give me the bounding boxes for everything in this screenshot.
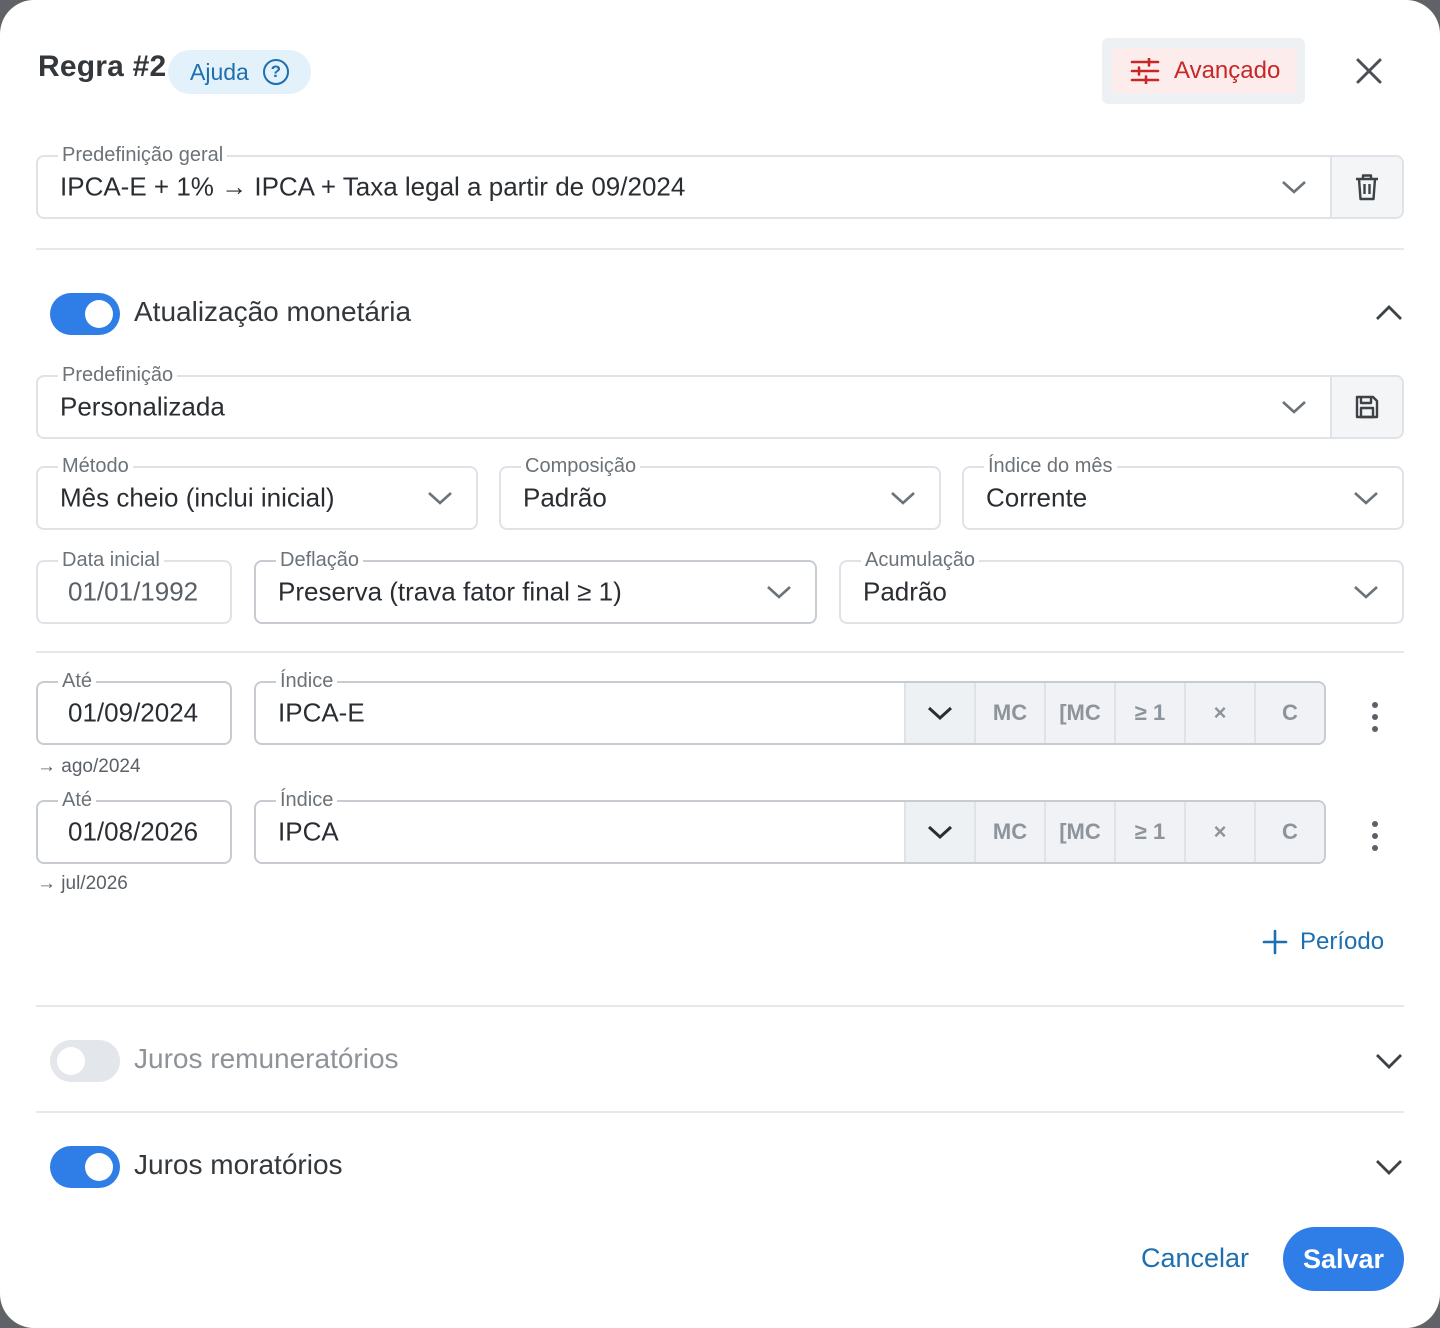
sliders-icon bbox=[1130, 58, 1160, 84]
divider bbox=[36, 1111, 1404, 1113]
composition-select[interactable]: Composição Padrão bbox=[499, 454, 941, 530]
period-index-value: IPCA-E bbox=[278, 697, 365, 728]
add-period-label: Período bbox=[1300, 928, 1385, 955]
preset-label: Predefinição bbox=[58, 363, 178, 387]
close-icon bbox=[1356, 58, 1382, 84]
monetary-section-title: Atualização monetária bbox=[134, 296, 412, 327]
chevron-down-icon bbox=[428, 492, 452, 505]
chevron-up-icon[interactable] bbox=[1374, 303, 1404, 323]
composition-value: Padrão bbox=[523, 482, 607, 513]
period-until-field[interactable]: Até 01/08/2026 bbox=[36, 788, 232, 864]
min-one-toggle-button[interactable]: ≥ 1 bbox=[1114, 802, 1184, 862]
month-index-select[interactable]: Índice do mês Corrente bbox=[962, 454, 1404, 530]
period-index-select[interactable]: Índice IPCA-E MC [MC ≥ 1 × C bbox=[254, 669, 1326, 745]
month-index-value: Corrente bbox=[986, 482, 1088, 513]
divider bbox=[36, 1005, 1404, 1007]
save-icon bbox=[1355, 395, 1379, 419]
chevron-down-icon bbox=[927, 825, 953, 840]
dialog-title: Regra #2 bbox=[38, 50, 167, 83]
deflation-value: Preserva (trava fator final ≥ 1) bbox=[278, 576, 622, 607]
chevron-down-icon[interactable] bbox=[1374, 1157, 1404, 1177]
period-index-value: IPCA bbox=[278, 816, 339, 847]
toggle-knob bbox=[85, 300, 113, 328]
mc-bracket-toggle-button[interactable]: [MC bbox=[1044, 802, 1114, 862]
preset-select[interactable]: Predefinição Personalizada bbox=[36, 363, 1404, 439]
general-preset-select[interactable]: Predefinição geral IPCA-E + 1% → IPCA + … bbox=[36, 143, 1404, 219]
period-until-value: 01/08/2026 bbox=[68, 816, 199, 847]
remuneratory-section-title: Juros remuneratórios bbox=[134, 1043, 399, 1074]
chevron-down-icon bbox=[767, 586, 791, 599]
index-option-buttons: MC [MC ≥ 1 × C bbox=[904, 802, 1324, 862]
close-button[interactable] bbox=[1351, 53, 1387, 89]
period-until-field[interactable]: Até 01/09/2024 bbox=[36, 669, 232, 745]
advanced-button[interactable]: Avançado bbox=[1112, 48, 1297, 94]
remuneratory-toggle[interactable] bbox=[50, 1040, 120, 1082]
preset-value: Personalizada bbox=[60, 391, 225, 422]
chevron-down-icon[interactable] bbox=[1374, 1051, 1404, 1071]
deflation-select[interactable]: Deflação Preserva (trava fator final ≥ 1… bbox=[254, 548, 817, 624]
advanced-label: Avançado bbox=[1174, 57, 1281, 84]
start-date-label: Data inicial bbox=[58, 548, 164, 572]
plus-icon bbox=[1262, 929, 1288, 955]
chevron-down-icon bbox=[1282, 401, 1306, 414]
cancel-button[interactable]: Cancelar bbox=[1130, 1230, 1260, 1286]
index-option-buttons: MC [MC ≥ 1 × C bbox=[904, 683, 1324, 743]
trash-icon bbox=[1356, 174, 1378, 201]
mc-toggle-button[interactable]: MC bbox=[974, 683, 1044, 743]
general-preset-value: IPCA-E + 1% → IPCA + Taxa legal a partir… bbox=[60, 171, 686, 202]
help-chip[interactable]: Ajuda ? bbox=[168, 50, 311, 94]
delete-preset-button[interactable] bbox=[1330, 157, 1402, 217]
toggle-knob bbox=[85, 1153, 113, 1181]
add-period-button[interactable]: Período bbox=[1262, 928, 1384, 956]
period-menu-button[interactable] bbox=[1371, 702, 1379, 732]
help-label: Ajuda bbox=[190, 58, 249, 85]
period-until-value: 01/09/2024 bbox=[68, 697, 199, 728]
period-menu-button[interactable] bbox=[1371, 821, 1379, 851]
multiply-toggle-button[interactable]: × bbox=[1184, 802, 1254, 862]
index-dropdown-button[interactable] bbox=[904, 683, 974, 743]
index-dropdown-button[interactable] bbox=[904, 802, 974, 862]
start-date-value: 01/01/1992 bbox=[68, 576, 199, 607]
period-index-select[interactable]: Índice IPCA MC [MC ≥ 1 × C bbox=[254, 788, 1326, 864]
composition-label: Composição bbox=[521, 454, 641, 478]
period-until-label: Até bbox=[58, 788, 97, 812]
deflation-label: Deflação bbox=[276, 548, 363, 572]
accumulation-select[interactable]: Acumulação Padrão bbox=[839, 548, 1404, 624]
period-hint: → jul/2026 bbox=[37, 873, 128, 894]
c-toggle-button[interactable]: C bbox=[1254, 802, 1324, 862]
chevron-down-icon bbox=[891, 492, 915, 505]
multiply-toggle-button[interactable]: × bbox=[1184, 683, 1254, 743]
chevron-down-icon bbox=[1354, 586, 1378, 599]
min-one-toggle-button[interactable]: ≥ 1 bbox=[1114, 683, 1184, 743]
method-select[interactable]: Método Mês cheio (inclui inicial) bbox=[36, 454, 478, 530]
method-value: Mês cheio (inclui inicial) bbox=[60, 482, 335, 513]
chevron-down-icon bbox=[1282, 181, 1306, 194]
save-button[interactable]: Salvar bbox=[1283, 1227, 1404, 1291]
chevron-down-icon bbox=[1354, 492, 1378, 505]
help-icon: ? bbox=[262, 59, 289, 85]
period-until-label: Até bbox=[58, 669, 97, 693]
rule-dialog: Regra #2 Ajuda ? Avançado Predefinição g… bbox=[0, 0, 1440, 1328]
divider bbox=[36, 651, 1404, 653]
moratory-section-title: Juros moratórios bbox=[134, 1149, 343, 1180]
save-preset-button[interactable] bbox=[1330, 377, 1402, 437]
accumulation-label: Acumulação bbox=[861, 548, 980, 572]
period-hint: → ago/2024 bbox=[37, 756, 141, 777]
method-label: Método bbox=[58, 454, 133, 478]
month-index-label: Índice do mês bbox=[984, 454, 1117, 478]
accumulation-value: Padrão bbox=[863, 576, 947, 607]
mc-bracket-toggle-button[interactable]: [MC bbox=[1044, 683, 1114, 743]
c-toggle-button[interactable]: C bbox=[1254, 683, 1324, 743]
mc-toggle-button[interactable]: MC bbox=[974, 802, 1044, 862]
monetary-toggle[interactable] bbox=[50, 293, 120, 335]
period-index-label: Índice bbox=[276, 669, 338, 693]
start-date-field[interactable]: Data inicial 01/01/1992 bbox=[36, 548, 232, 624]
toggle-knob bbox=[57, 1047, 85, 1075]
chevron-down-icon bbox=[927, 706, 953, 721]
general-preset-label: Predefinição geral bbox=[58, 143, 228, 167]
period-index-label: Índice bbox=[276, 788, 338, 812]
moratory-toggle[interactable] bbox=[50, 1146, 120, 1188]
divider bbox=[36, 248, 1404, 250]
